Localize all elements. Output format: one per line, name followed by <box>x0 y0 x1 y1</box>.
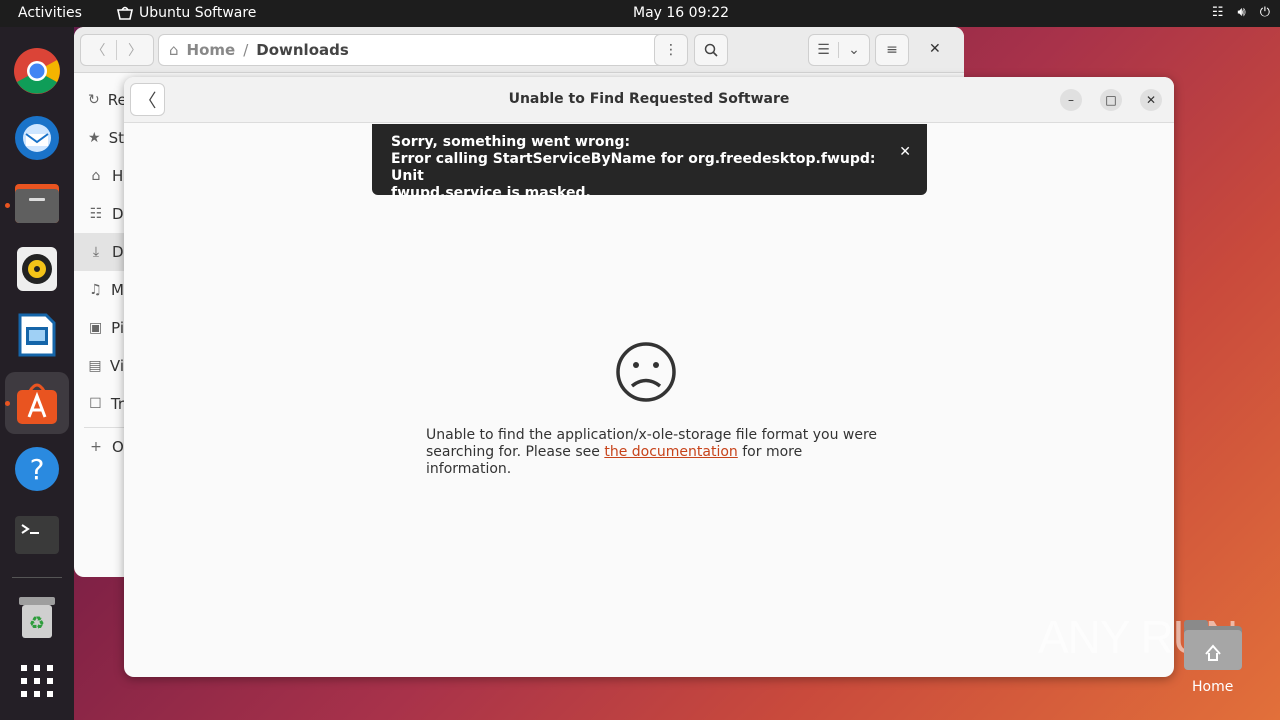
nav-buttons: 〈 〉 <box>80 34 154 66</box>
clock[interactable]: May 16 09:22 <box>633 5 729 21</box>
home-folder-icon[interactable] <box>1184 620 1242 670</box>
app-menu[interactable]: Ubuntu Software <box>117 5 256 21</box>
ubuntu-software-dock-icon[interactable] <box>13 379 61 427</box>
app-menu-label: Ubuntu Software <box>139 5 257 21</box>
rhythmbox-icon[interactable] <box>13 245 61 293</box>
error-heading: Sorry, something went wrong: <box>391 134 631 150</box>
running-indicator <box>5 401 10 406</box>
thunderbird-icon[interactable] <box>13 113 61 161</box>
files-sidebar: ↻ Re ★ St ⌂ H ☷ D ⤓ D ♫ M ▣ Pi ▤ Vi ☐ Tr + O <box>74 73 127 466</box>
svg-text:♻: ♻ <box>29 613 45 634</box>
chevron-down-icon[interactable]: ⌄ <box>839 42 869 58</box>
picture-icon: ▣ <box>88 320 103 336</box>
path-bar[interactable]: ⌂ Home / Downloads <box>158 34 686 66</box>
list-view-icon[interactable]: ☰ <box>809 42 839 58</box>
maximize-icon[interactable]: □ <box>1100 89 1122 111</box>
view-toggle: ☰ ⌄ <box>808 34 870 66</box>
path-home[interactable]: Home <box>187 41 236 59</box>
sidebar-item-pictures[interactable]: ▣ Pi <box>74 309 124 347</box>
sidebar-item-trash[interactable]: ☐ Tr <box>74 385 124 423</box>
close-icon[interactable]: ✕ <box>929 41 941 57</box>
help-icon[interactable]: ? <box>13 445 61 493</box>
svg-text:?: ? <box>30 453 45 486</box>
system-tray[interactable]: ☷ 🔊︎ ⏻ <box>1212 5 1270 20</box>
dock: ? ♻ <box>0 27 74 720</box>
documentation-link[interactable]: the documentation <box>604 444 737 460</box>
sad-face-icon <box>616 342 676 402</box>
sidebar-item-other-locations[interactable]: + O <box>74 428 124 466</box>
trash-icon: ☐ <box>89 396 102 412</box>
dock-separator <box>12 577 62 578</box>
forward-icon[interactable]: 〉 <box>117 40 153 60</box>
close-icon[interactable]: ✕ <box>1140 89 1162 111</box>
download-icon: ⤓ <box>92 244 100 260</box>
recent-icon: ↻ <box>88 92 100 108</box>
error-detail-line1: Error calling StartServiceByName for org… <box>391 151 876 184</box>
files-header-bar: 〈 〉 ⌂ Home / Downloads ⋮ ☰ ⌄ ≡ ✕ <box>74 27 964 73</box>
plus-icon: + <box>90 439 102 455</box>
network-icon: ☷ <box>1211 5 1224 20</box>
star-icon: ★ <box>88 130 101 146</box>
home-folder-label[interactable]: Home <box>1192 679 1233 695</box>
top-bar: Activities Ubuntu Software May 16 09:22 … <box>0 0 1280 27</box>
back-icon[interactable]: 〈 <box>81 40 117 60</box>
home-icon: ⌂ <box>91 168 101 184</box>
music-icon: ♫ <box>89 282 102 298</box>
search-icon[interactable] <box>694 34 728 66</box>
sidebar-item-documents[interactable]: ☷ D <box>74 195 124 233</box>
trash-icon[interactable]: ♻ <box>13 593 61 641</box>
libreoffice-writer-icon[interactable] <box>13 311 61 359</box>
video-icon: ▤ <box>88 358 102 374</box>
software-dialog: 〈 Unable to Find Requested Software – □ … <box>124 77 1174 677</box>
running-indicator <box>5 203 10 208</box>
files-icon[interactable] <box>13 179 61 227</box>
terminal-icon[interactable] <box>13 511 61 559</box>
minimize-icon[interactable]: – <box>1060 89 1082 111</box>
path-current[interactable]: Downloads <box>256 41 349 59</box>
sidebar-item-starred[interactable]: ★ St <box>74 119 124 157</box>
path-separator: / <box>243 41 249 59</box>
sidebar-item-home[interactable]: ⌂ H <box>74 157 124 195</box>
sidebar-item-videos[interactable]: ▤ Vi <box>74 347 124 385</box>
sidebar-item-downloads[interactable]: ⤓ D <box>74 233 124 271</box>
document-icon: ☷ <box>89 206 103 222</box>
ubuntu-software-icon <box>117 6 133 20</box>
sidebar-item-music[interactable]: ♫ M <box>74 271 124 309</box>
hamburger-menu-icon[interactable]: ≡ <box>875 34 909 66</box>
chrome-icon[interactable] <box>13 47 61 95</box>
sidebar-item-recent[interactable]: ↻ Re <box>74 81 127 119</box>
dialog-header-bar: 〈 Unable to Find Requested Software – □ … <box>124 77 1174 123</box>
power-icon: ⏻ <box>1259 5 1270 20</box>
activities-button[interactable]: Activities <box>18 5 82 21</box>
dialog-title: Unable to Find Requested Software <box>508 91 790 107</box>
error-notification: Sorry, something went wrong: Error calli… <box>372 124 927 201</box>
error-detail-line2: fwupd.service is masked. <box>391 185 591 201</box>
not-found-message: Unable to find the application/x-ole-sto… <box>426 427 886 478</box>
show-applications-icon[interactable] <box>13 657 61 705</box>
close-notification-icon[interactable]: ✕ <box>899 144 911 161</box>
home-icon: ⌂ <box>169 41 179 59</box>
path-menu-icon[interactable]: ⋮ <box>654 34 688 66</box>
volume-icon: 🔊︎ <box>1237 5 1246 20</box>
